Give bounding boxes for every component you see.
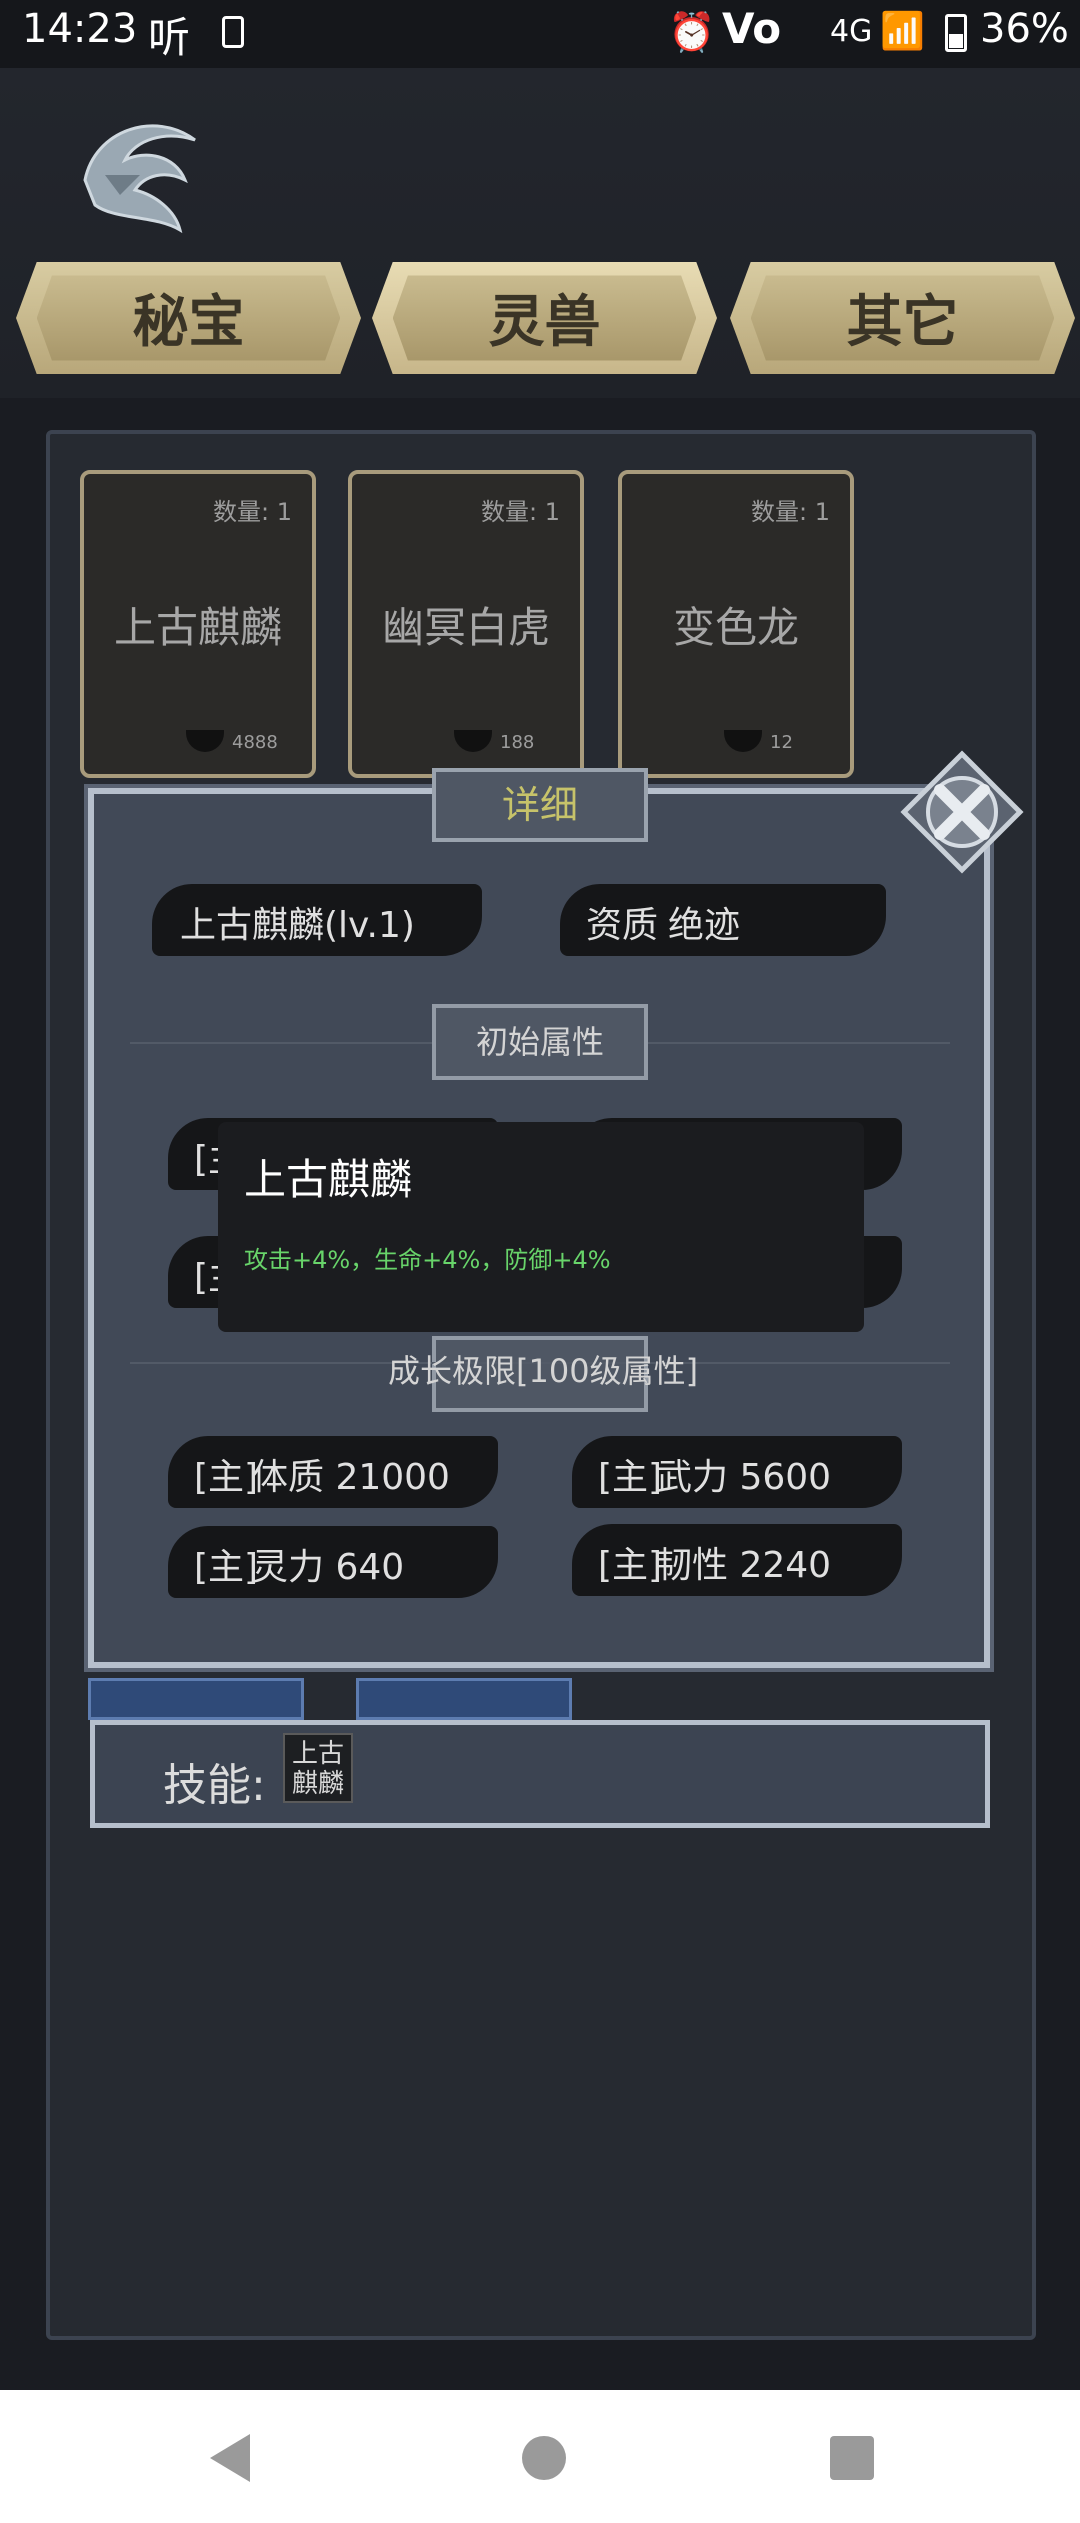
card-count: 4888 xyxy=(232,732,278,753)
tooltip-desc: 攻击+4%，生命+4%，防御+4% xyxy=(244,1246,611,1274)
pet-card[interactable]: 数量: 1 变色龙 12 xyxy=(618,470,854,778)
dragon-logo-icon[interactable] xyxy=(65,100,215,240)
growth-stat: [主] 灵力 640 xyxy=(168,1526,498,1598)
card-quantity: 数量: 1 xyxy=(481,498,560,526)
ting-app-icon: 听 xyxy=(148,13,191,62)
bowl-icon xyxy=(186,730,224,752)
volte-icon: Vo xyxy=(722,4,782,53)
stat-text: 体质 21000 xyxy=(252,1457,450,1498)
growth-stat: [主] 韧性 2240 xyxy=(572,1524,902,1596)
alarm-icon: ⏰ xyxy=(668,10,716,54)
bowl-icon xyxy=(454,730,492,752)
tooltip-title: 上古麒麟 xyxy=(244,1155,413,1204)
stat-text: 韧性 2240 xyxy=(656,1545,832,1586)
pet-name: 上古麒麟(lv.1) xyxy=(180,905,415,946)
growth-stat: [主] 武力 5600 xyxy=(572,1436,902,1508)
bowl-icon xyxy=(724,730,762,752)
tab-label: 秘宝 xyxy=(36,275,341,361)
stat-tag: [主] xyxy=(194,1457,259,1498)
tab-mibao[interactable]: 秘宝 xyxy=(16,262,361,374)
tab-qita[interactable]: 其它 xyxy=(730,262,1075,374)
skills-bar: 技能: xyxy=(90,1720,990,1828)
sim-card-icon xyxy=(222,16,244,48)
tab-lingshou[interactable]: 灵兽 xyxy=(372,262,717,374)
stat-tag: [主] xyxy=(598,1545,663,1586)
buy-button[interactable] xyxy=(88,1678,304,1720)
pet-name-plate: 上古麒麟(lv.1) xyxy=(152,884,482,956)
skill-icon-line: 上古 xyxy=(291,1739,344,1769)
card-quantity: 数量: 1 xyxy=(751,498,830,526)
card-count: 188 xyxy=(500,732,535,753)
card-name: 变色龙 xyxy=(672,603,799,652)
stat-text: 灵力 640 xyxy=(252,1547,405,1588)
initial-attr-header: 初始属性 xyxy=(432,1004,648,1080)
pet-card[interactable]: 数量: 1 上古麒麟 4888 xyxy=(80,470,316,778)
stat-tag: [主] xyxy=(194,1547,259,1588)
buy-button[interactable] xyxy=(356,1678,572,1720)
skill-icon[interactable]: 上古 麒麟 xyxy=(283,1733,353,1803)
growth-stat: [主] 体质 21000 xyxy=(168,1436,498,1508)
dialog-title: 详细 xyxy=(432,768,648,842)
status-time: 14:23 xyxy=(22,6,138,52)
skills-label: 技能: xyxy=(163,1760,266,1811)
quality-label: 资质 xyxy=(586,905,659,946)
pet-card[interactable]: 数量: 1 幽冥白虎 188 xyxy=(348,470,584,778)
battery-icon xyxy=(945,14,967,52)
recent-apps-icon[interactable] xyxy=(830,2436,874,2480)
quality-value: 绝迹 xyxy=(668,905,741,946)
skill-icon-line: 麒麟 xyxy=(291,1769,344,1799)
growth-header: 成长极限[100级属性] xyxy=(388,1352,699,1390)
quality-plate: 资质 绝迹 xyxy=(560,884,886,956)
card-name: 上古麒麟 xyxy=(113,603,282,652)
network-type: 4G xyxy=(830,14,873,49)
stat-tag: [主] xyxy=(598,1457,663,1498)
stat-text: 武力 5600 xyxy=(656,1457,832,1498)
card-name: 幽冥白虎 xyxy=(381,603,550,652)
skill-tooltip: 上古麒麟 攻击+4%，生命+4%，防御+4% xyxy=(218,1122,864,1332)
back-icon[interactable] xyxy=(210,2434,250,2482)
tab-label: 其它 xyxy=(750,275,1055,361)
card-quantity: 数量: 1 xyxy=(213,498,292,526)
signal-icon: 📶 xyxy=(880,11,925,52)
battery-percent: 36% xyxy=(980,6,1069,52)
status-bar: 14:23 听 ⏰ Vo 4G 📶 36% xyxy=(0,0,1080,68)
card-count: 12 xyxy=(770,732,793,753)
close-icon[interactable] xyxy=(900,750,1024,874)
home-icon[interactable] xyxy=(522,2436,566,2480)
tab-label: 灵兽 xyxy=(392,275,697,361)
